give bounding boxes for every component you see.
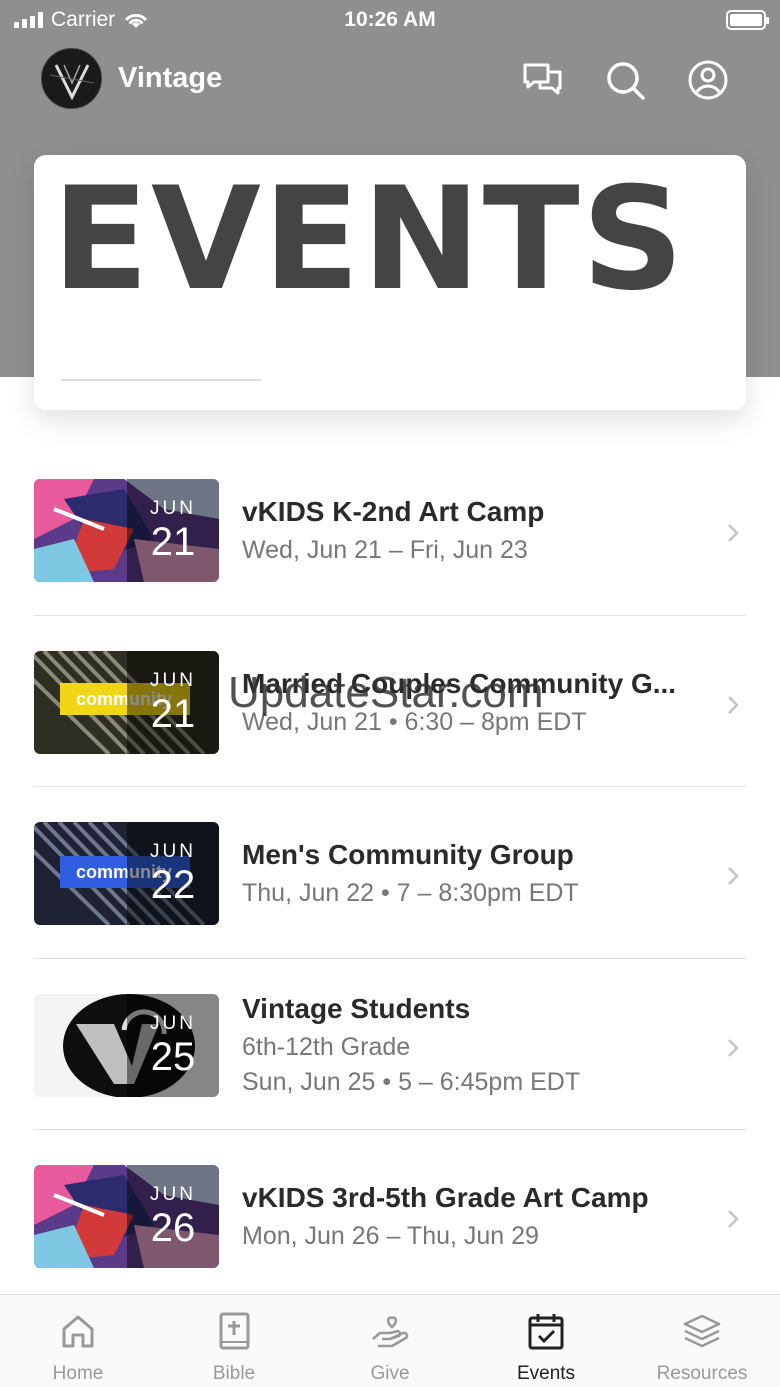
give-icon	[372, 1316, 409, 1348]
event-thumbnail-community: community JUN 21	[34, 650, 219, 754]
chevron-right-icon	[728, 524, 739, 542]
event-month: JUN	[150, 1012, 196, 1034]
chevron-right-icon	[728, 867, 739, 885]
event-day: 21	[150, 691, 196, 736]
event-time: Sun, Jun 25 • 5 – 6:45pm EDT	[242, 1067, 581, 1096]
event-month: JUN	[150, 841, 196, 862]
event-date-badge: JUN 25	[127, 993, 219, 1097]
event-thumbnail-students: JUN 25	[34, 993, 219, 1097]
event-item[interactable]: JUN 21 vKIDS K-2nd Art Camp Wed, Jun 21 …	[0, 444, 780, 616]
hero-title: EVENTS	[52, 157, 686, 322]
chat-icon[interactable]	[520, 58, 564, 102]
battery-icon	[726, 10, 769, 30]
chevron-right-icon	[728, 695, 739, 714]
event-day: 21	[150, 520, 196, 564]
chevron-right-icon	[728, 1038, 739, 1057]
account-icon[interactable]	[686, 58, 730, 102]
event-date-badge: JUN 21	[127, 650, 219, 754]
bible-icon	[219, 1312, 250, 1350]
event-month: JUN	[150, 669, 196, 691]
event-item[interactable]: JUN 25 Vintage Students 6th-12th Grade S…	[0, 959, 780, 1130]
event-date-badge: JUN 22	[127, 822, 219, 925]
tab-bar: Home Bible Give Events Resources	[0, 1294, 780, 1387]
events-hero-card: EVENTS	[34, 155, 746, 410]
calendar-icon	[528, 1314, 564, 1350]
chevron-right-icon	[728, 1210, 739, 1228]
layers-icon	[683, 1314, 721, 1348]
tab-label: Give	[370, 1363, 410, 1384]
event-thumbnail-art: JUN 26	[34, 1165, 219, 1268]
event-date-badge: JUN 26	[127, 1165, 219, 1268]
event-month: JUN	[150, 1184, 196, 1205]
event-title: Men's Community Group	[242, 839, 574, 870]
home-icon	[62, 1315, 94, 1348]
tab-give[interactable]: Give	[312, 1295, 468, 1387]
event-day: 26	[150, 1206, 196, 1250]
church-logo-avatar[interactable]	[41, 48, 102, 109]
tab-bible[interactable]: Bible	[156, 1295, 312, 1387]
status-bar: Carrier 10:26 AM	[0, 0, 780, 40]
tab-label: Resources	[656, 1363, 748, 1384]
tab-label: Bible	[212, 1363, 256, 1384]
search-icon[interactable]	[603, 58, 647, 102]
watermark-text: UpdateStar.com	[228, 668, 544, 717]
event-day: 22	[150, 863, 196, 907]
app-title: Vintage	[118, 62, 223, 94]
event-date-range: Wed, Jun 21 – Fri, Jun 23	[242, 536, 528, 564]
top-nav: Vintage	[0, 46, 780, 112]
event-thumbnail-art: JUN 21	[34, 479, 219, 582]
event-time: Thu, Jun 22 • 7 – 8:30pm EDT	[242, 879, 579, 907]
tab-label: Events	[516, 1363, 576, 1384]
event-audience: 6th-12th Grade	[242, 1032, 411, 1061]
event-thumbnail-community: community JUN 22	[34, 822, 219, 925]
event-title: Vintage Students	[242, 992, 471, 1024]
tab-resources[interactable]: Resources	[624, 1295, 780, 1387]
event-title: vKIDS 3rd-5th Grade Art Camp	[242, 1182, 649, 1213]
event-day: 25	[150, 1034, 196, 1079]
hero-divider	[61, 379, 261, 381]
event-date-range: Mon, Jun 26 – Thu, Jun 29	[242, 1222, 539, 1250]
event-item[interactable]: community JUN 22 Men's Community Group T…	[0, 787, 780, 959]
status-time: 10:26 AM	[344, 8, 436, 31]
tab-home[interactable]: Home	[0, 1295, 156, 1387]
event-list: JUN 21 vKIDS K-2nd Art Camp Wed, Jun 21 …	[0, 444, 780, 1302]
event-title: vKIDS K-2nd Art Camp	[242, 496, 545, 527]
tab-label: Home	[52, 1363, 104, 1384]
tab-events[interactable]: Events	[468, 1295, 624, 1387]
event-date-badge: JUN 21	[127, 479, 219, 582]
event-month: JUN	[150, 498, 196, 519]
event-item[interactable]: JUN 26 vKIDS 3rd-5th Grade Art Camp Mon,…	[0, 1130, 780, 1302]
